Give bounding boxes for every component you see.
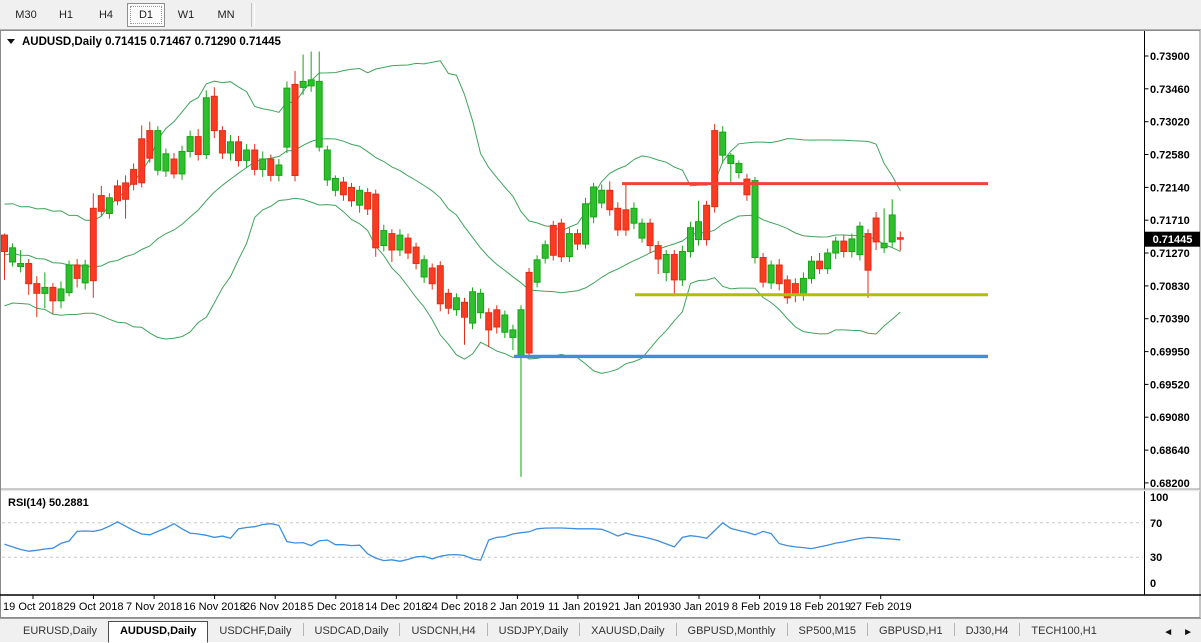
tab-usdjpy-daily[interactable]: USDJPY,Daily — [488, 621, 580, 642]
timeframe-button-m30[interactable]: M30 — [7, 3, 45, 27]
svg-text:0.69950: 0.69950 — [1150, 347, 1190, 359]
tab-xauusd-daily[interactable]: XAUUSD,Daily — [580, 621, 675, 642]
tab-scroll-arrows: ◄ ► — [1163, 627, 1201, 642]
svg-text:2 Jan 2019: 2 Jan 2019 — [490, 601, 544, 613]
svg-text:0.72140: 0.72140 — [1150, 182, 1190, 194]
svg-text:0.68200: 0.68200 — [1150, 478, 1190, 490]
timeframe-buttons: M30H1H4D1W1MN — [6, 3, 246, 27]
tab-gbpusd-monthly[interactable]: GBPUSD,Monthly — [677, 621, 787, 642]
tab-scroll-right-icon[interactable]: ► — [1183, 627, 1193, 638]
svg-text:0.69080: 0.69080 — [1150, 412, 1190, 424]
timeframe-button-d1[interactable]: D1 — [127, 3, 165, 27]
svg-text:0.71270: 0.71270 — [1150, 248, 1190, 260]
svg-text:26 Nov 2018: 26 Nov 2018 — [244, 601, 306, 613]
svg-text:100: 100 — [1150, 492, 1168, 504]
tab-usdcnh-h4[interactable]: USDCNH,H4 — [400, 621, 486, 642]
svg-text:24 Dec 2018: 24 Dec 2018 — [426, 601, 488, 613]
price-chart[interactable]: 0.73900 0.73460 0.73020 0.72580 0.72140 0.717… — [0, 30, 1201, 618]
rsi-label: RSI(14) 50.2881 — [8, 497, 89, 509]
svg-text:18 Feb 2019: 18 Feb 2019 — [789, 601, 851, 613]
svg-text:0.73020: 0.73020 — [1150, 117, 1190, 129]
symbol-tabbar: EURUSD,DailyAUDUSD,DailyUSDCHF,DailyUSDC… — [0, 618, 1201, 642]
timeframe-button-w1[interactable]: W1 — [167, 3, 205, 27]
svg-text:16 Nov 2018: 16 Nov 2018 — [183, 601, 245, 613]
tab-usdchf-daily[interactable]: USDCHF,Daily — [208, 621, 302, 642]
current-price-badge: 0.71445 — [1145, 232, 1200, 247]
tab-audusd-daily[interactable]: AUDUSD,Daily — [108, 621, 208, 643]
timeframe-button-mn[interactable]: MN — [207, 3, 245, 27]
current-price-text: 0.71445 — [1153, 234, 1193, 246]
timeframe-button-h4[interactable]: H4 — [87, 3, 125, 27]
svg-text:70: 70 — [1150, 518, 1162, 530]
svg-text:19 Oct 2018: 19 Oct 2018 — [3, 601, 63, 613]
tab-usdcad-daily[interactable]: USDCAD,Daily — [304, 621, 400, 642]
toolbar-separator — [251, 3, 255, 27]
svg-text:0.73460: 0.73460 — [1150, 84, 1190, 96]
svg-text:29 Oct 2018: 29 Oct 2018 — [64, 601, 124, 613]
svg-text:0.72580: 0.72580 — [1150, 150, 1190, 162]
timeframe-toolbar: M30H1H4D1W1MN — [0, 0, 1201, 30]
chart-title-row: AUDUSD,Daily 0.71415 0.71467 0.71290 0.7… — [7, 36, 282, 48]
svg-text:0: 0 — [1150, 578, 1156, 590]
tab-sp500-m15[interactable]: SP500,M15 — [788, 621, 867, 642]
svg-text:27 Feb 2019: 27 Feb 2019 — [850, 601, 912, 613]
svg-text:7 Nov 2018: 7 Nov 2018 — [126, 601, 182, 613]
svg-text:0.70830: 0.70830 — [1150, 281, 1190, 293]
svg-text:30: 30 — [1150, 552, 1162, 564]
chart-title: AUDUSD,Daily 0.71415 0.71467 0.71290 0.7… — [22, 36, 282, 48]
svg-text:0.68640: 0.68640 — [1150, 445, 1190, 457]
svg-text:14 Dec 2018: 14 Dec 2018 — [365, 601, 427, 613]
svg-text:0.73900: 0.73900 — [1150, 51, 1190, 63]
tab-eurusd-daily[interactable]: EURUSD,Daily — [12, 621, 108, 642]
tab-tech100-h1[interactable]: TECH100,H1 — [1020, 621, 1107, 642]
svg-text:11 Jan 2019: 11 Jan 2019 — [548, 601, 608, 613]
tab-dj30-h4[interactable]: DJ30,H4 — [955, 621, 1020, 642]
svg-text:8 Feb 2019: 8 Feb 2019 — [732, 601, 788, 613]
svg-text:0.71710: 0.71710 — [1150, 215, 1190, 227]
chart-window[interactable]: 0.73900 0.73460 0.73020 0.72580 0.72140 0.717… — [0, 30, 1201, 618]
svg-text:30 Jan 2019: 30 Jan 2019 — [669, 601, 730, 613]
svg-text:0.70390: 0.70390 — [1150, 314, 1190, 326]
tab-scroll-left-icon[interactable]: ◄ — [1163, 627, 1173, 638]
svg-text:21 Jan 2019: 21 Jan 2019 — [608, 601, 669, 613]
tab-gbpusd-h1[interactable]: GBPUSD,H1 — [868, 621, 954, 642]
timeframe-button-h1[interactable]: H1 — [47, 3, 85, 27]
svg-text:5 Dec 2018: 5 Dec 2018 — [308, 601, 364, 613]
svg-text:0.69520: 0.69520 — [1150, 379, 1190, 391]
indicator-separator[interactable] — [1, 489, 1200, 491]
